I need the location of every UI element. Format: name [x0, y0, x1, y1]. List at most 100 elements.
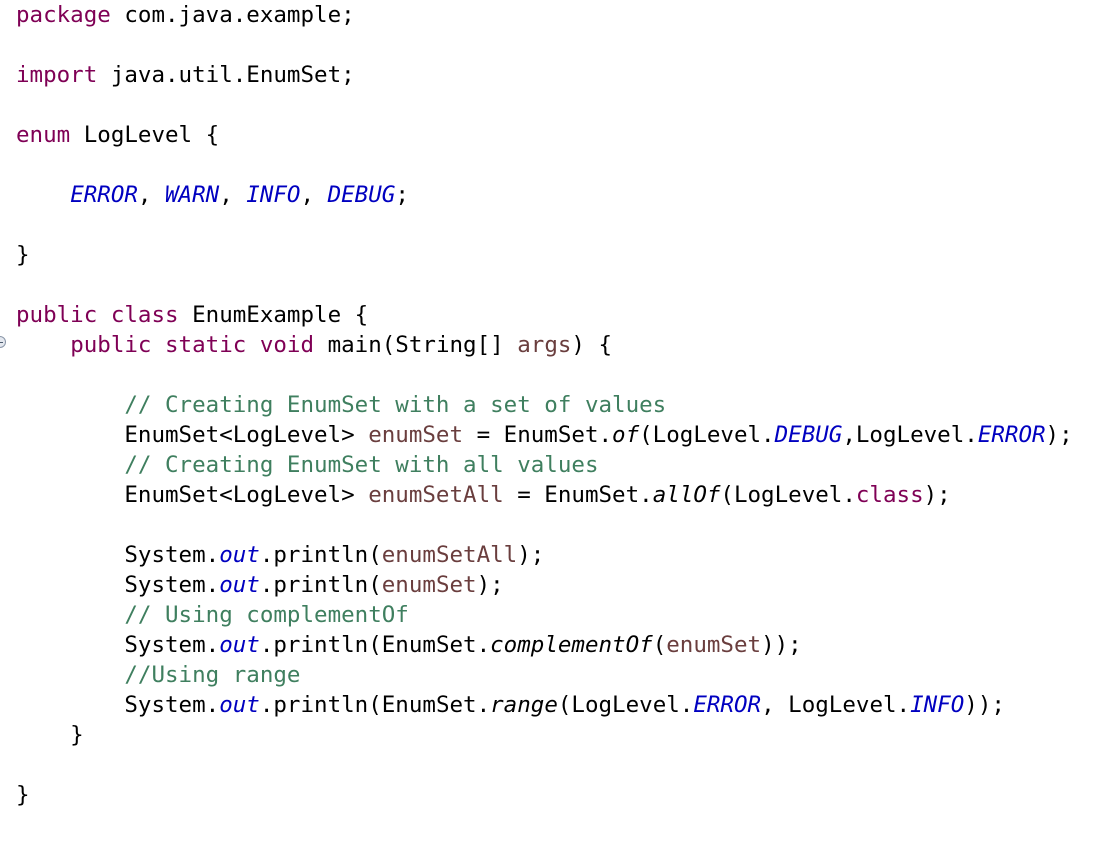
code-line[interactable]: EnumSet<LogLevel> enumSetAll = EnumSet.a…	[16, 480, 1073, 510]
code-line[interactable]: package com.java.example;	[16, 0, 1073, 30]
code-token: com.java.example;	[110, 2, 355, 28]
code-token: (LogLevel.	[639, 422, 775, 448]
code-token: .println(	[259, 542, 382, 568]
code-line[interactable]: // Using complementOf	[16, 600, 1073, 630]
code-token: LogLevel {	[70, 122, 220, 148]
code-line[interactable]: System.out.println(EnumSet.range(LogLeve…	[16, 690, 1073, 720]
code-token: = EnumSet.	[503, 482, 653, 508]
code-token: ,	[300, 182, 328, 208]
code-token: ));	[761, 632, 802, 658]
code-token: EnumSet<LogLevel>	[16, 422, 369, 448]
code-line[interactable]	[16, 210, 1073, 240]
code-token: enumSet	[666, 632, 762, 658]
code-line[interactable]: // Creating EnumSet with a set of values	[16, 390, 1073, 420]
code-token: ));	[964, 692, 1005, 718]
code-token: WARN	[165, 182, 220, 208]
code-token: complementOf	[490, 632, 653, 658]
code-token: class	[855, 482, 924, 508]
code-token: public	[16, 302, 98, 328]
code-token: );	[1045, 422, 1073, 448]
code-token: main(String[]	[314, 332, 518, 358]
code-line[interactable]	[16, 90, 1073, 120]
code-token: out	[219, 632, 260, 658]
code-token: // Creating EnumSet with a set of values	[124, 392, 667, 418]
code-token: range	[490, 692, 558, 718]
code-token: = EnumSet.	[463, 422, 613, 448]
code-token: java.util.EnumSet;	[97, 62, 355, 88]
code-line[interactable]: System.out.println(EnumSet.complementOf(…	[16, 630, 1073, 660]
code-line[interactable]: ERROR, WARN, INFO, DEBUG;	[16, 180, 1073, 210]
code-token: INFO	[910, 692, 965, 718]
code-text-area[interactable]: package com.java.example; import java.uti…	[16, 0, 1073, 810]
code-token: ERROR	[693, 692, 762, 718]
code-token: DEBUG	[774, 422, 843, 448]
code-token: ,	[137, 182, 166, 208]
code-token: System.	[16, 542, 220, 568]
code-token: ,	[219, 182, 247, 208]
code-token: }	[16, 242, 30, 268]
code-token: ,LogLevel.	[842, 422, 978, 448]
code-token: of	[612, 422, 640, 448]
code-token: ERROR	[70, 182, 138, 208]
code-line[interactable]	[16, 270, 1073, 300]
code-token: class	[110, 302, 179, 328]
code-token: args	[517, 332, 572, 358]
code-line[interactable]: import java.util.EnumSet;	[16, 60, 1073, 90]
code-token: System.	[16, 632, 220, 658]
code-line[interactable]: // Creating EnumSet with all values	[16, 450, 1073, 480]
code-line[interactable]	[16, 150, 1073, 180]
code-line[interactable]	[16, 750, 1073, 780]
code-line[interactable]	[16, 30, 1073, 60]
code-token: enumSet	[368, 422, 464, 448]
code-token: .println(EnumSet.	[259, 632, 491, 658]
code-line[interactable]: System.out.println(enumSet);	[16, 570, 1073, 600]
code-token: public	[70, 332, 152, 358]
code-token: enumSetAll	[368, 482, 504, 508]
code-token: package	[16, 2, 111, 28]
code-token: // Creating EnumSet with all values	[124, 452, 599, 478]
code-line[interactable]	[16, 360, 1073, 390]
code-token: );	[517, 542, 545, 568]
code-token: out	[219, 692, 260, 718]
code-line[interactable]: //Using range	[16, 660, 1073, 690]
code-line[interactable]: public class EnumExample {	[16, 300, 1073, 330]
code-token: ERROR	[977, 422, 1046, 448]
code-token: }	[16, 782, 30, 808]
code-line[interactable]: }	[16, 240, 1073, 270]
collapse-minus-icon[interactable]	[0, 336, 6, 348]
code-line[interactable]: public static void main(String[] args) {	[16, 330, 1073, 360]
code-token: out	[219, 542, 260, 568]
code-token: System.	[16, 572, 220, 598]
code-token: .println(EnumSet.	[259, 692, 491, 718]
code-token: ;	[395, 182, 409, 208]
code-token: //Using range	[124, 662, 301, 688]
code-token: System.	[16, 692, 220, 718]
code-token: );	[476, 572, 504, 598]
code-token: , LogLevel.	[761, 692, 911, 718]
code-line[interactable]: System.out.println(enumSetAll);	[16, 540, 1073, 570]
code-editor[interactable]: package com.java.example; import java.uti…	[0, 0, 1100, 842]
code-token: EnumExample {	[178, 302, 369, 328]
code-line[interactable]: enum LogLevel {	[16, 120, 1073, 150]
code-line[interactable]: }	[16, 780, 1073, 810]
code-token: static	[165, 332, 247, 358]
code-token: (	[652, 632, 667, 658]
code-token: ) {	[571, 332, 613, 358]
code-line[interactable]	[16, 510, 1073, 540]
code-token: );	[923, 482, 951, 508]
code-token: enumSet	[381, 572, 477, 598]
code-line[interactable]: EnumSet<LogLevel> enumSet = EnumSet.of(L…	[16, 420, 1073, 450]
code-token: }	[16, 722, 84, 748]
code-token: enum	[16, 122, 71, 148]
code-token: import	[16, 62, 98, 88]
code-token: INFO	[246, 182, 301, 208]
code-token: // Using complementOf	[124, 602, 409, 628]
code-token: .println(	[259, 572, 382, 598]
code-line[interactable]: }	[16, 720, 1073, 750]
code-token: (LogLevel.	[557, 692, 694, 718]
